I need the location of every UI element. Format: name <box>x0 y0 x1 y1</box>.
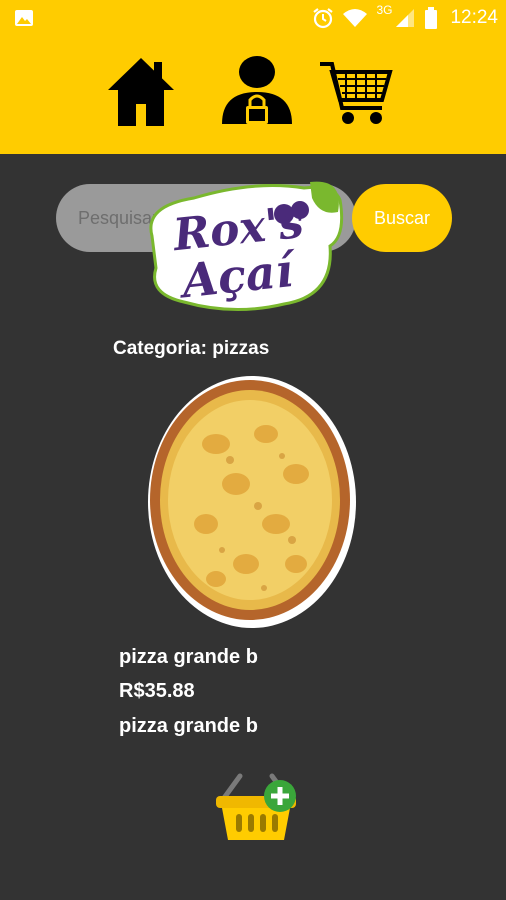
product-price: R$35.88 <box>119 680 195 702</box>
product-description: pizza grande b <box>119 715 258 737</box>
shopping-cart-icon[interactable] <box>318 54 394 130</box>
status-bar: 3G 12:24 <box>0 0 506 36</box>
battery-icon <box>425 7 438 29</box>
user-lock-icon[interactable] <box>218 54 296 130</box>
home-icon[interactable] <box>106 56 176 128</box>
gallery-notification-icon <box>15 10 33 26</box>
pizza-image <box>148 376 356 628</box>
alarm-icon <box>313 8 334 29</box>
search-button[interactable]: Buscar <box>352 184 452 252</box>
roxs-acai-logo: Rox's Açaí <box>149 181 344 312</box>
category-label: Categoria: pizzas <box>113 338 270 359</box>
add-to-basket-icon[interactable] <box>212 772 300 844</box>
wifi-icon <box>343 9 368 27</box>
signal-icon <box>396 9 415 27</box>
clock: 12:24 <box>450 7 498 28</box>
app-header <box>0 36 506 154</box>
network-type-label: 3G <box>376 3 393 17</box>
product-name: pizza grande b <box>119 646 258 668</box>
